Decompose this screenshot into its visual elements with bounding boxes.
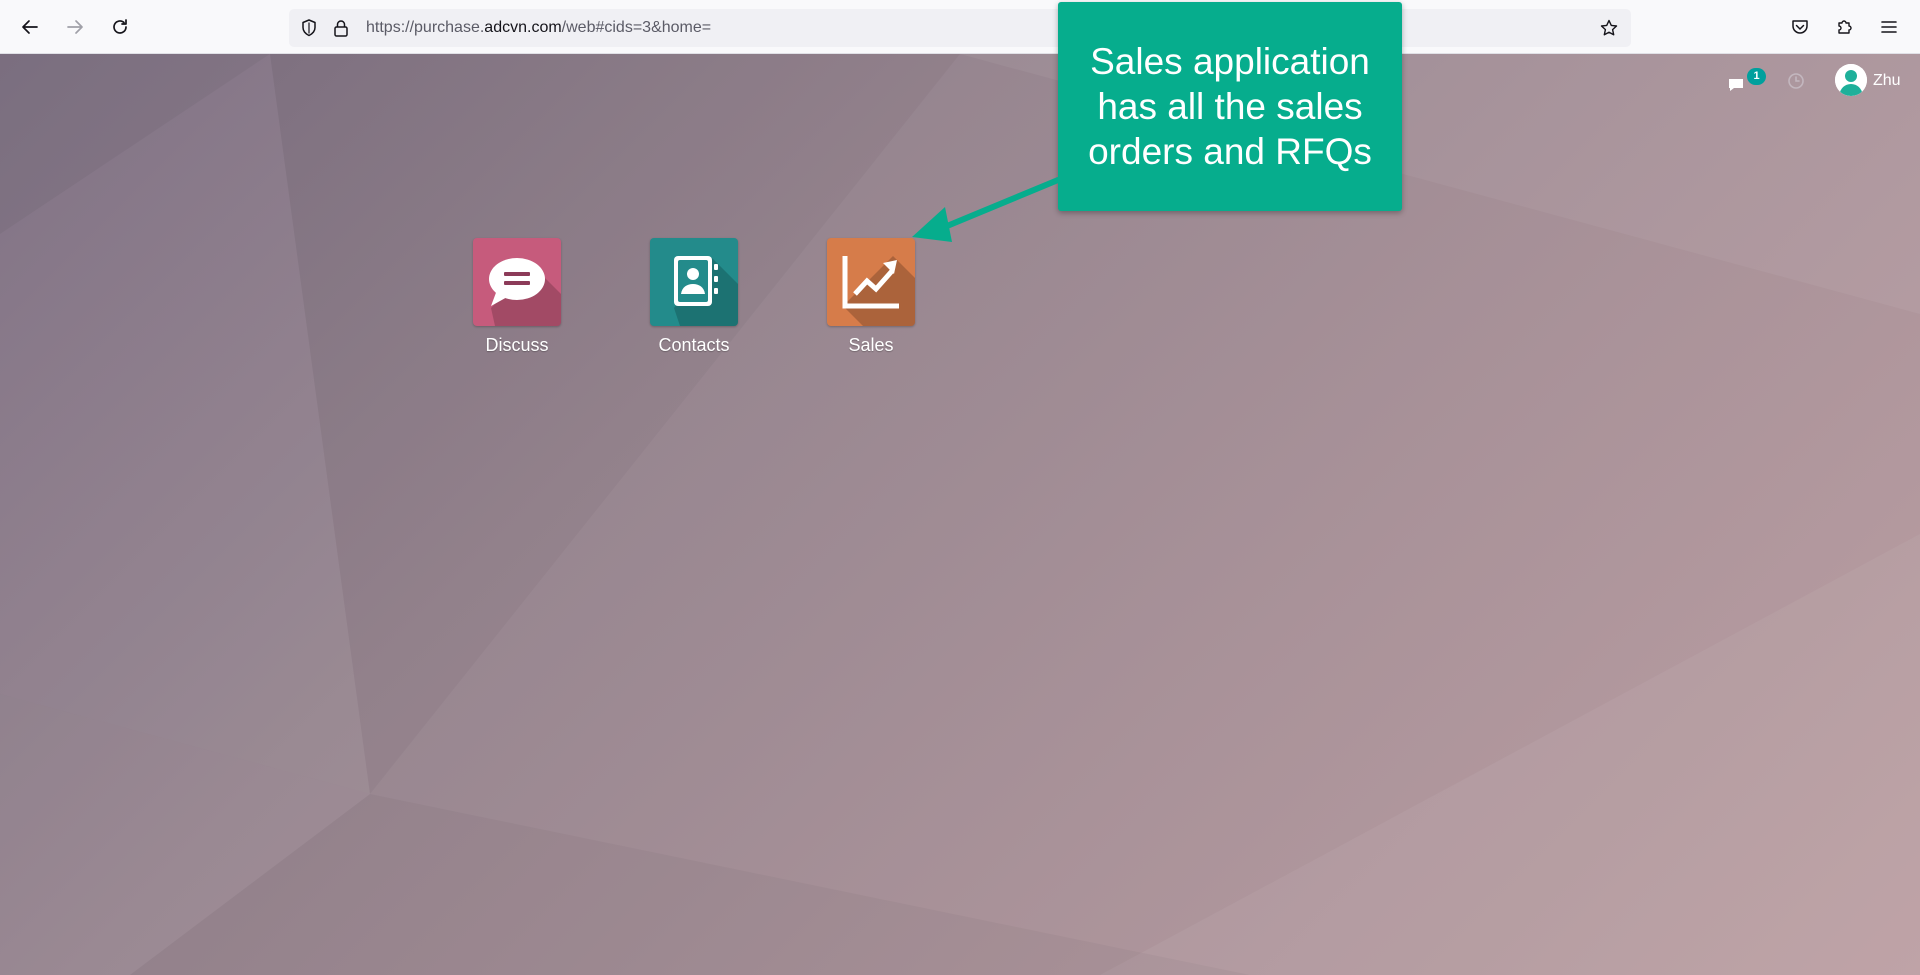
clock-icon[interactable] [1786, 71, 1806, 91]
address-book-icon [674, 256, 738, 326]
url-prefix: https://purchase. [366, 19, 485, 36]
user-icon [1835, 64, 1867, 96]
discuss-app-icon [473, 238, 561, 326]
forward-button[interactable] [60, 12, 90, 42]
app-sales[interactable]: Sales [811, 238, 931, 356]
chat-count-badge: 1 [1747, 68, 1766, 85]
arrow-right-icon [67, 20, 83, 34]
avatar[interactable] [1835, 64, 1867, 96]
chat-bubble-icon [489, 258, 561, 326]
menu-button[interactable] [1876, 14, 1902, 40]
url-suffix: /web#cids=3&home= [561, 19, 712, 36]
messages-button[interactable]: 1 [1726, 68, 1766, 96]
reload-icon [113, 19, 127, 34]
app-contacts[interactable]: Contacts [634, 238, 754, 356]
browser-toolbar: https://purchase.adcvn.com/web#cids=3&ho… [0, 0, 1920, 54]
hamburger-icon [1881, 21, 1897, 33]
pocket-button[interactable] [1787, 14, 1813, 40]
url-text[interactable]: https://purchase.adcvn.com/web#cids=3&ho… [366, 19, 711, 37]
lock-icon[interactable] [331, 18, 351, 38]
user-name[interactable]: Zhu [1873, 72, 1901, 90]
app-discuss[interactable]: Discuss [457, 238, 577, 356]
pocket-icon [1792, 20, 1808, 34]
sales-app-icon [827, 238, 915, 326]
extensions-button[interactable] [1832, 14, 1858, 40]
app-label-sales: Sales [848, 335, 894, 355]
url-domain: adcvn.com [484, 19, 562, 36]
star-icon[interactable] [1599, 18, 1619, 38]
shield-icon[interactable] [299, 18, 319, 38]
arrow-left-icon [22, 20, 38, 34]
home-menu: 1 Zhu Discuss Contacts Sales [0, 54, 1920, 975]
annotation-callout: Sales application has all the sales orde… [1058, 2, 1402, 211]
trend-chart-icon [842, 256, 915, 326]
back-button[interactable] [15, 12, 45, 42]
contacts-app-icon [650, 238, 738, 326]
reload-button[interactable] [105, 12, 135, 42]
app-label-contacts: Contacts [658, 335, 730, 355]
address-bar[interactable]: https://purchase.adcvn.com/web#cids=3&ho… [289, 9, 1631, 47]
puzzle-icon [1838, 20, 1852, 34]
chat-icon [1729, 79, 1743, 91]
app-label-discuss: Discuss [485, 335, 549, 355]
background-pattern [0, 54, 1920, 975]
